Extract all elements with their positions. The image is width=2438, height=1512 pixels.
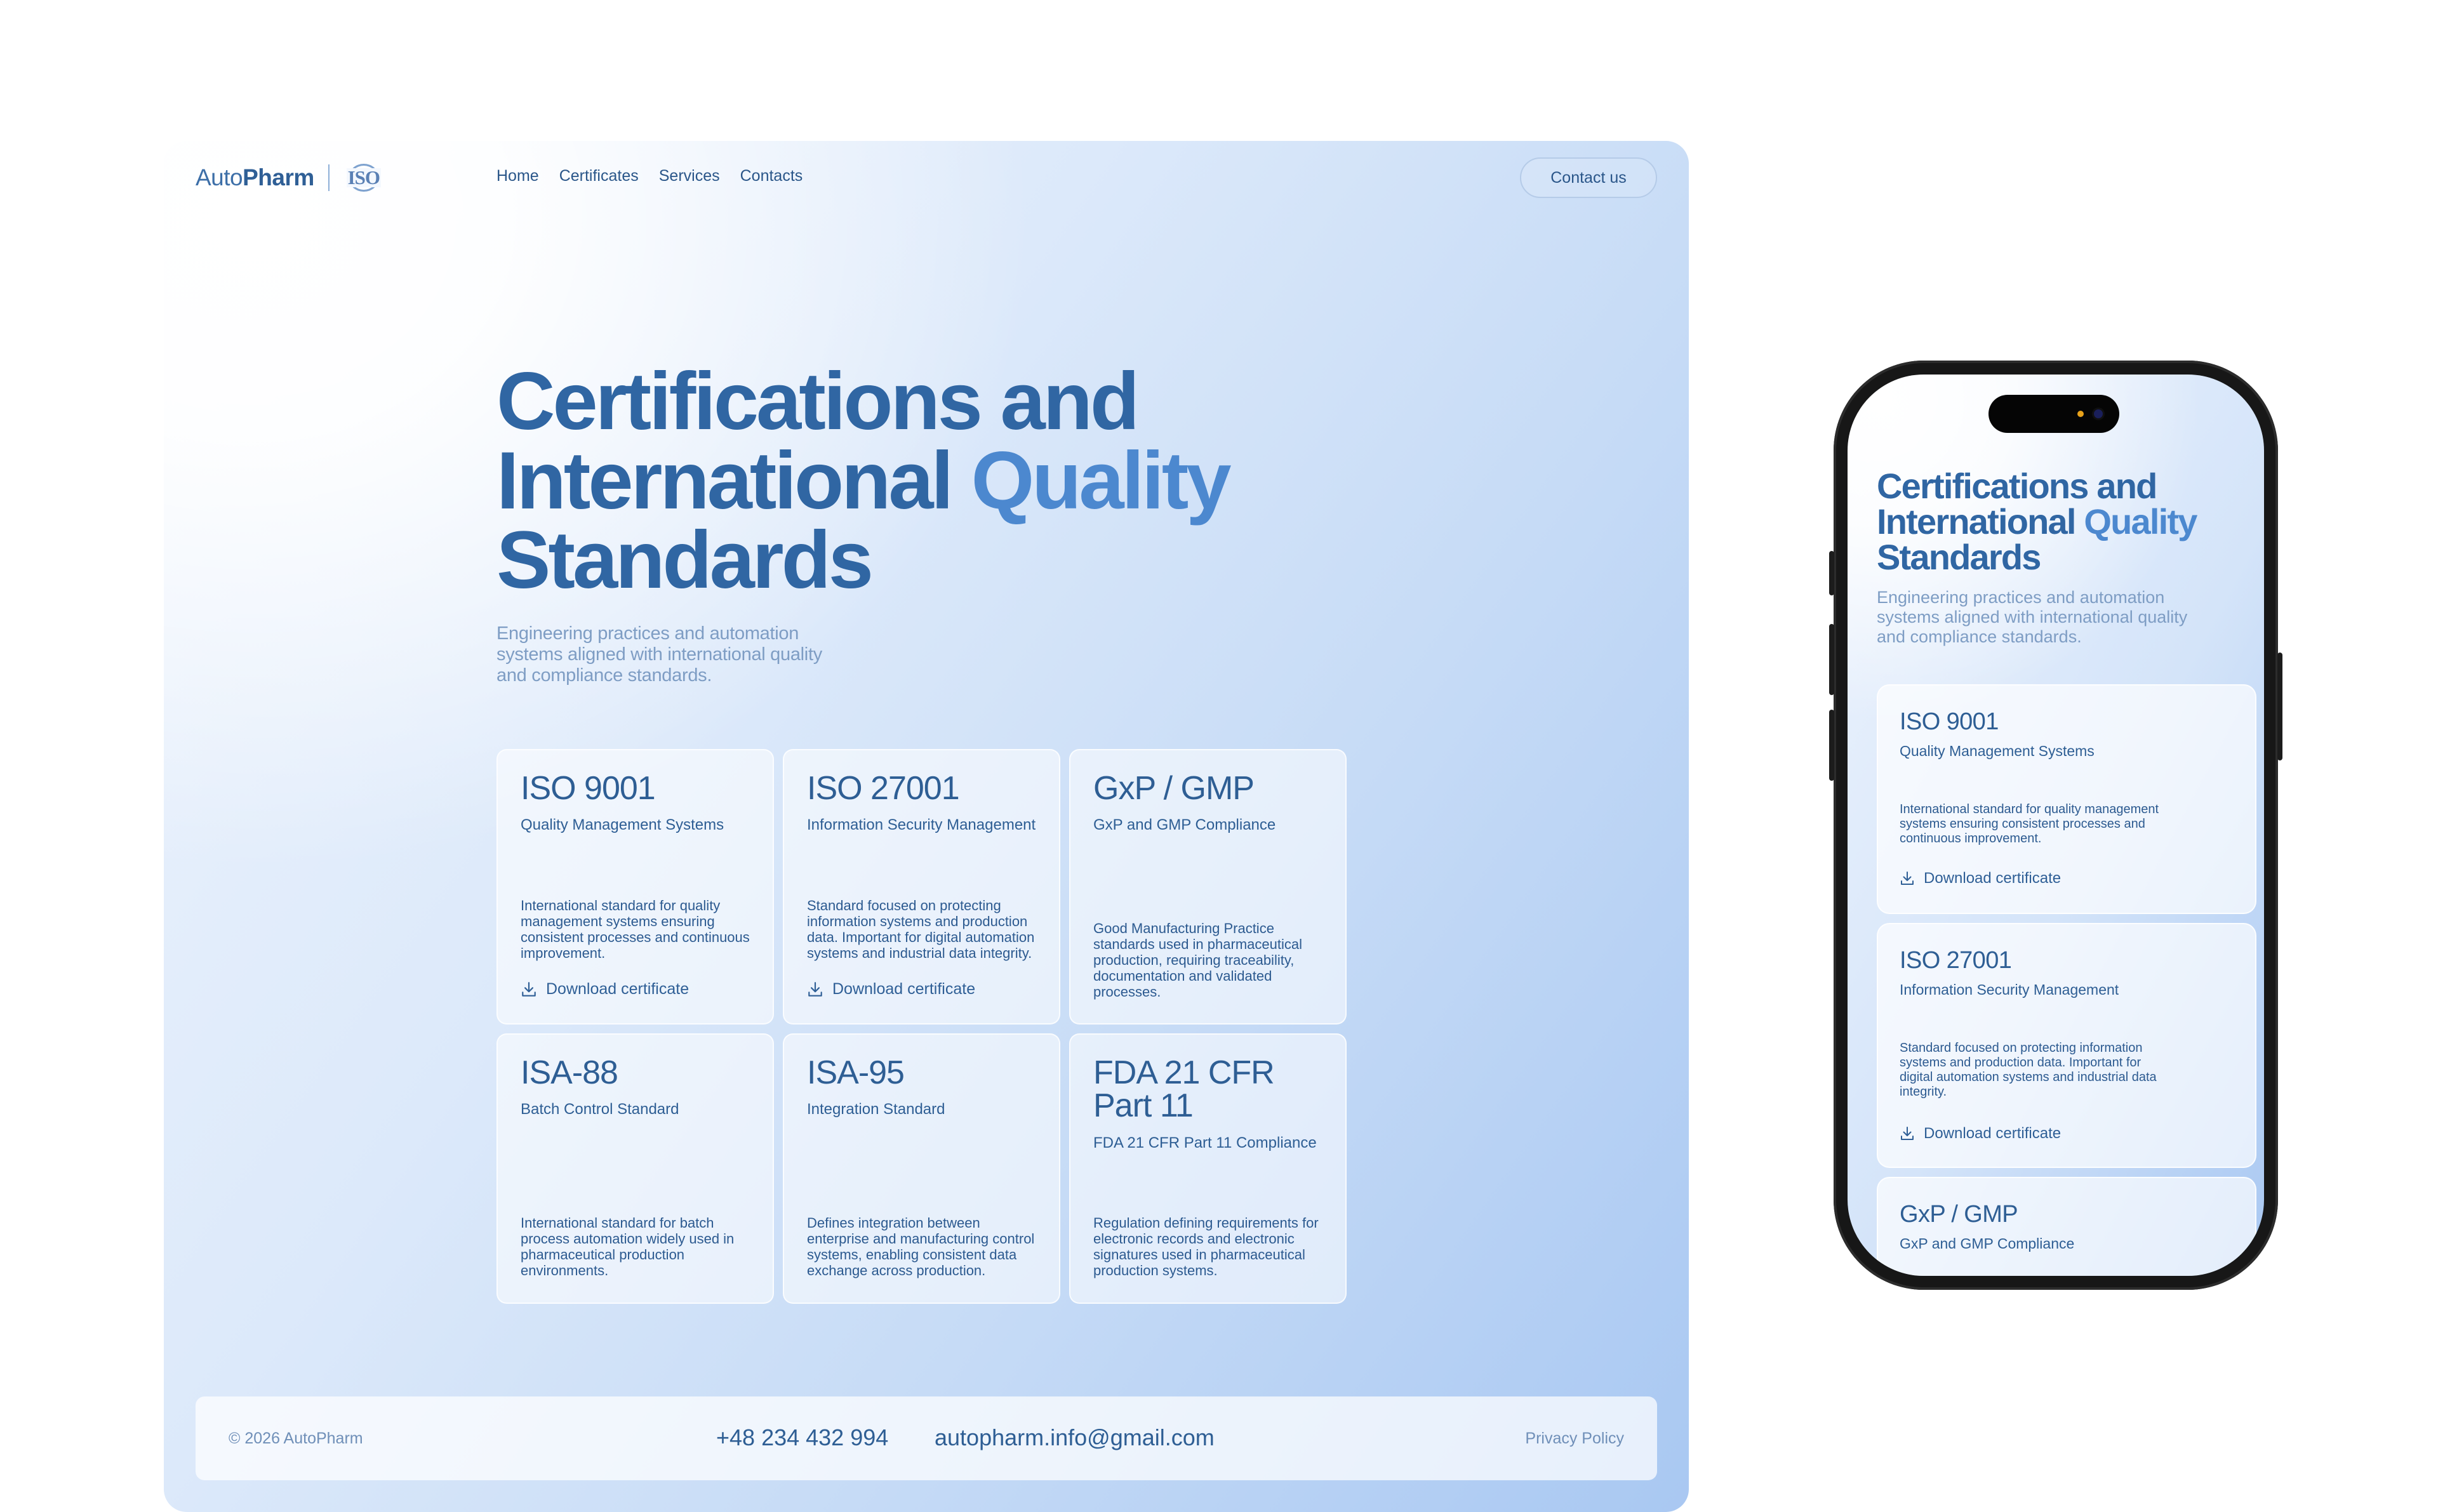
download-certificate-link[interactable]: Download certificate [1900, 870, 2061, 887]
card-title: ISA-88 [521, 1054, 618, 1091]
nav-links: Home Certificates Services Contacts [496, 167, 803, 185]
nav-link-certificates[interactable]: Certificates [559, 167, 639, 185]
phone-volume-down-button [1829, 710, 1834, 781]
phone-volume-up-button [1829, 624, 1834, 695]
download-certificate-link[interactable]: Download certificate [1900, 1125, 2061, 1143]
iso-badge-icon: ISO [343, 164, 384, 192]
copyright: © 2026 AutoPharm [229, 1429, 363, 1447]
phone-power-button [2277, 653, 2282, 760]
camera-lens-icon [2094, 409, 2103, 418]
card-description: International standard for batch process… [521, 1215, 735, 1278]
card-title: GxP / GMP [1093, 770, 1255, 807]
card-description: International standard for quality manag… [521, 898, 750, 961]
card-fda-21-cfr: FDA 21 CFR Part 11 FDA 21 CFR Part 11 Co… [1069, 1033, 1347, 1304]
page-subtitle: Engineering practices and automation sys… [496, 623, 822, 686]
card-subtitle: GxP and GMP Compliance [1900, 1235, 2075, 1252]
card-subtitle: Quality Management Systems [1900, 743, 2095, 759]
footer: © 2026 AutoPharm +48 234 432 994 autopha… [196, 1396, 1657, 1480]
logo[interactable]: AutoPharm ISO [196, 164, 384, 192]
desktop-mockup: AutoPharm ISO Home Certificates Services… [164, 141, 1689, 1512]
card-isa-88: ISA-88 Batch Control Standard Internatio… [496, 1033, 774, 1304]
card-title: ISO 9001 [1900, 708, 1999, 735]
nav-link-contacts[interactable]: Contacts [740, 167, 803, 185]
nav-link-home[interactable]: Home [496, 167, 539, 185]
card-gxp-gmp: GxP / GMP GxP and GMP Compliance Good Ma… [1069, 749, 1347, 1025]
phone-mockup: Certifications and International Quality S… [1829, 361, 2282, 1290]
card-title: ISO 27001 [1900, 947, 2012, 974]
card-description: Good Manufacturing Practice standards us… [1093, 920, 1302, 1000]
card-subtitle: FDA 21 CFR Part 11 Compliance [1093, 1134, 1317, 1151]
card-title: GxP / GMP [1900, 1201, 2018, 1228]
phone-link[interactable]: +48 234 432 994 [716, 1424, 888, 1451]
card-title: ISO 27001 [807, 770, 960, 807]
nav-link-services[interactable]: Services [659, 167, 720, 185]
download-icon [522, 981, 536, 997]
card-iso-27001: ISO 27001 Information Security Managemen… [783, 749, 1060, 1025]
mobile-card-gxp-gmp: GxP / GMP GxP and GMP Compliance [1877, 1177, 2256, 1276]
download-icon [1901, 872, 1914, 885]
indicator-dot [2077, 411, 2084, 417]
logo-divider [328, 164, 330, 191]
card-iso-9001: ISO 9001 Quality Management Systems Inte… [496, 749, 774, 1025]
certificates-grid: ISO 9001 Quality Management Systems Inte… [496, 749, 1347, 1304]
card-description: Defines integration between enterprise a… [807, 1215, 1035, 1278]
logo-wordmark: AutoPharm [196, 164, 314, 190]
card-description: Standard focused on protecting informati… [1900, 1041, 2157, 1099]
card-title: ISA-95 [807, 1054, 905, 1091]
card-subtitle: Information Security Management [1900, 981, 2119, 998]
card-subtitle: GxP and GMP Compliance [1093, 816, 1276, 833]
contact-us-button[interactable]: Contact us [1520, 157, 1657, 198]
card-description: International standard for quality manag… [1900, 802, 2159, 846]
download-certificate-link[interactable]: Download certificate [807, 980, 975, 998]
card-subtitle: Quality Management Systems [521, 816, 724, 833]
mobile-page-title: Certifications and International Quality S… [1877, 466, 2197, 577]
phone-action-button [1829, 551, 1834, 595]
card-subtitle: Batch Control Standard [521, 1101, 679, 1118]
top-nav: AutoPharm ISO Home Certificates Services… [164, 141, 1689, 217]
card-description: Standard focused on protecting informati… [807, 898, 1035, 961]
email-link[interactable]: autopharm.info@gmail.com [935, 1424, 1215, 1451]
mobile-card-iso-27001: ISO 27001 Information Security Managemen… [1877, 923, 2256, 1168]
dynamic-island [1988, 395, 2119, 433]
card-description: Regulation defining requirements for ele… [1093, 1215, 1319, 1278]
card-isa-95: ISA-95 Integration Standard Defines inte… [783, 1033, 1060, 1304]
privacy-policy-link[interactable]: Privacy Policy [1525, 1429, 1624, 1448]
mobile-card-iso-9001: ISO 9001 Quality Management Systems Inte… [1877, 684, 2256, 914]
download-icon [808, 981, 822, 997]
download-certificate-link[interactable]: Download certificate [521, 980, 689, 998]
mobile-page-subtitle: Engineering practices and automation sys… [1877, 588, 2188, 646]
download-icon [1901, 1127, 1914, 1140]
card-title: ISO 9001 [521, 770, 656, 807]
page-title: Certifications and International Quality S… [496, 356, 1231, 606]
card-title: FDA 21 CFR Part 11 [1093, 1054, 1275, 1124]
card-subtitle: Information Security Management [807, 816, 1036, 833]
phone-screen: Certifications and International Quality S… [1848, 375, 2264, 1276]
card-subtitle: Integration Standard [807, 1101, 945, 1118]
